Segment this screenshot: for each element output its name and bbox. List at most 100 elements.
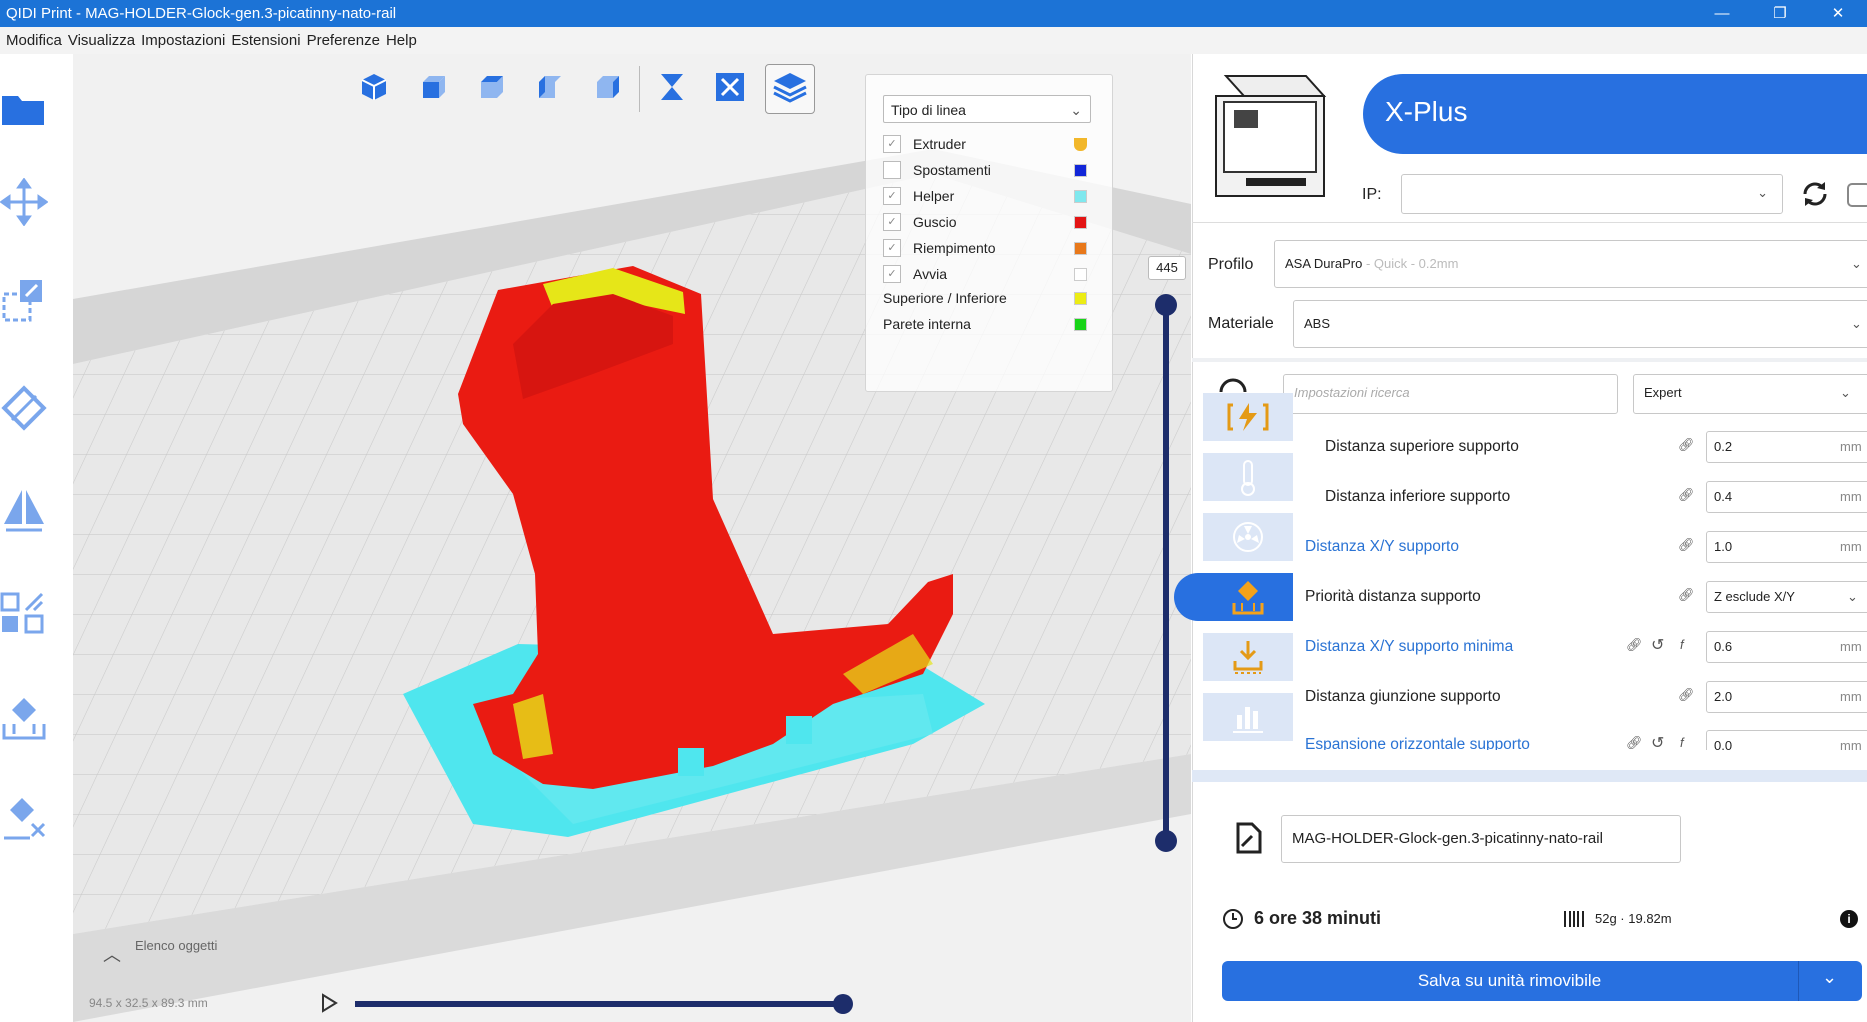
link-icon[interactable]: 🔗︎ xyxy=(1678,537,1695,553)
layer-slider-bottom-handle[interactable] xyxy=(1155,830,1177,852)
save-button-label: Salva su unità rimovibile xyxy=(1417,971,1602,990)
per-model-settings-icon[interactable] xyxy=(0,590,48,638)
reset-icon[interactable]: ↺ xyxy=(1651,733,1664,750)
legend-swatch xyxy=(1074,292,1087,305)
setting-label: Distanza inferiore supporto xyxy=(1325,488,1511,505)
legend-checkbox-spostamenti[interactable] xyxy=(883,161,901,179)
menu-visualizza[interactable]: Visualizza xyxy=(68,32,135,49)
setting-label: Priorità distanza supporto xyxy=(1305,588,1481,605)
ip-dropdown[interactable]: ⌄ xyxy=(1401,174,1783,214)
play-icon[interactable] xyxy=(318,992,340,1014)
filament-icon xyxy=(1564,911,1584,927)
menu-help[interactable]: Help xyxy=(386,32,417,49)
support-blocker-icon[interactable] xyxy=(0,694,48,742)
legend-item-spostamenti[interactable]: Spostamenti xyxy=(883,159,1097,181)
setting-unit: mm xyxy=(1840,539,1862,554)
link-icon[interactable]: 🔗︎ xyxy=(1678,437,1695,453)
x-ray-view-icon[interactable] xyxy=(653,68,691,106)
legend-checkbox-extruder[interactable]: ✓ xyxy=(883,135,901,153)
scale-tool-icon[interactable] xyxy=(0,276,48,324)
legend-swatch xyxy=(1074,318,1087,331)
legend-checkbox-avvia[interactable]: ✓ xyxy=(883,265,901,283)
legend-item-guscio[interactable]: ✓ Guscio xyxy=(883,211,1097,233)
reset-icon[interactable]: ↺ xyxy=(1651,635,1664,655)
legend-item-extruder[interactable]: ✓ Extruder xyxy=(883,133,1097,155)
objects-list-label[interactable]: Elenco oggetti xyxy=(135,938,217,953)
legend-label: Guscio xyxy=(913,214,957,230)
path-slider-handle[interactable] xyxy=(833,994,853,1014)
setting-value-field[interactable]: 1.0 mm xyxy=(1706,531,1867,563)
legend-label: Helper xyxy=(913,188,955,204)
material-color-view-icon[interactable] xyxy=(711,68,749,106)
category-temperature[interactable] xyxy=(1203,453,1293,501)
remove-support-icon[interactable] xyxy=(0,794,48,842)
legend-checkbox-riempimento[interactable]: ✓ xyxy=(883,239,901,257)
move-tool-icon[interactable] xyxy=(0,178,48,226)
settings-search-input[interactable]: Impostazioni ricerca xyxy=(1283,374,1618,414)
collapse-objects-icon[interactable]: ︿ xyxy=(103,941,123,965)
3d-view-icon[interactable] xyxy=(355,68,393,106)
printer-name-banner[interactable]: X-Plus xyxy=(1363,74,1867,154)
close-window-button[interactable]: ✕ xyxy=(1809,0,1867,27)
profile-dropdown[interactable]: ASA DuraPro - Quick - 0.2mm ⌄ xyxy=(1274,240,1867,288)
mirror-tool-icon[interactable] xyxy=(0,486,48,534)
left-view-icon[interactable] xyxy=(529,68,567,106)
menu-modifica[interactable]: Modifica xyxy=(6,32,62,49)
legend-checkbox-guscio[interactable]: ✓ xyxy=(883,213,901,231)
rotate-tool-icon[interactable] xyxy=(0,384,48,432)
setting-value-field[interactable]: 0.4 mm xyxy=(1706,481,1867,513)
info-icon[interactable]: i xyxy=(1840,910,1858,928)
link-icon[interactable]: 🔗︎ xyxy=(1626,637,1643,653)
layer-slider-track[interactable] xyxy=(1163,298,1169,840)
save-to-removable-button[interactable]: Salva su unità rimovibile ⌄ xyxy=(1222,961,1862,1001)
setting-value: 0.2 xyxy=(1714,439,1733,454)
layer-slider-top-handle[interactable] xyxy=(1155,294,1177,316)
material-dropdown[interactable]: ABS ⌄ xyxy=(1293,300,1867,348)
material-usage: 52g · 19.82m xyxy=(1595,911,1672,926)
setting-value-dropdown[interactable]: Z esclude X/Y ⌄ xyxy=(1706,581,1867,613)
setting-label: Distanza superiore supporto xyxy=(1325,438,1519,455)
menu-preferenze[interactable]: Preferenze xyxy=(307,32,380,49)
layer-view-button[interactable] xyxy=(765,64,815,114)
visibility-mode-dropdown[interactable]: Expert ⌄ xyxy=(1633,374,1867,414)
front-view-icon[interactable] xyxy=(413,68,451,106)
menu-impostazioni[interactable]: Impostazioni xyxy=(141,32,225,49)
category-cooling[interactable] xyxy=(1203,513,1293,561)
link-icon[interactable]: 🔗︎ xyxy=(1678,487,1695,503)
layer-number-field[interactable]: 445 xyxy=(1148,256,1186,280)
legend-item-riempimento[interactable]: ✓ Riempimento xyxy=(883,237,1097,259)
right-view-icon[interactable] xyxy=(587,68,625,106)
legend-item-avvia[interactable]: ✓ Avvia xyxy=(883,263,1097,285)
chevron-down-icon[interactable]: ⌄ xyxy=(1822,967,1837,988)
minimize-button[interactable]: — xyxy=(1693,0,1751,27)
category-adhesion[interactable] xyxy=(1203,633,1293,681)
function-icon[interactable]: f xyxy=(1680,637,1684,652)
setting-value: Z esclude X/Y xyxy=(1714,589,1795,604)
setting-value-field[interactable]: 0.6 mm xyxy=(1706,631,1867,663)
edit-printer-icon[interactable] xyxy=(1846,176,1867,212)
open-file-icon[interactable] xyxy=(0,84,48,132)
setting-value-field[interactable]: 0.0 mm xyxy=(1706,730,1867,750)
legend-checkbox-helper[interactable]: ✓ xyxy=(883,187,901,205)
visibility-mode-value: Expert xyxy=(1644,385,1682,400)
refresh-icon[interactable] xyxy=(1797,176,1833,212)
menu-estensioni[interactable]: Estensioni xyxy=(231,32,300,49)
link-icon[interactable]: 🔗︎ xyxy=(1678,687,1695,703)
top-view-icon[interactable] xyxy=(471,68,509,106)
legend-item-helper[interactable]: ✓ Helper xyxy=(883,185,1097,207)
category-energy[interactable] xyxy=(1203,393,1293,441)
category-experimental[interactable] xyxy=(1203,693,1293,741)
job-name-input[interactable]: MAG-HOLDER-Glock-gen.3-picatinny-nato-ra… xyxy=(1281,815,1681,863)
profile-label: Profilo xyxy=(1208,256,1254,273)
link-icon[interactable]: 🔗︎ xyxy=(1678,587,1695,603)
setting-unit: mm xyxy=(1840,738,1862,750)
setting-value-field[interactable]: 0.2 mm xyxy=(1706,431,1867,463)
line-type-dropdown[interactable]: Tipo di linea ⌄ xyxy=(883,95,1091,123)
function-icon[interactable]: f xyxy=(1680,735,1684,750)
link-icon[interactable]: 🔗︎ xyxy=(1626,735,1643,750)
setting-value-field[interactable]: 2.0 mm xyxy=(1706,681,1867,713)
button-divider xyxy=(1798,961,1799,1001)
path-slider-track[interactable] xyxy=(355,1001,845,1007)
maximize-button[interactable]: ❐ xyxy=(1751,0,1809,27)
category-support[interactable] xyxy=(1174,573,1293,621)
